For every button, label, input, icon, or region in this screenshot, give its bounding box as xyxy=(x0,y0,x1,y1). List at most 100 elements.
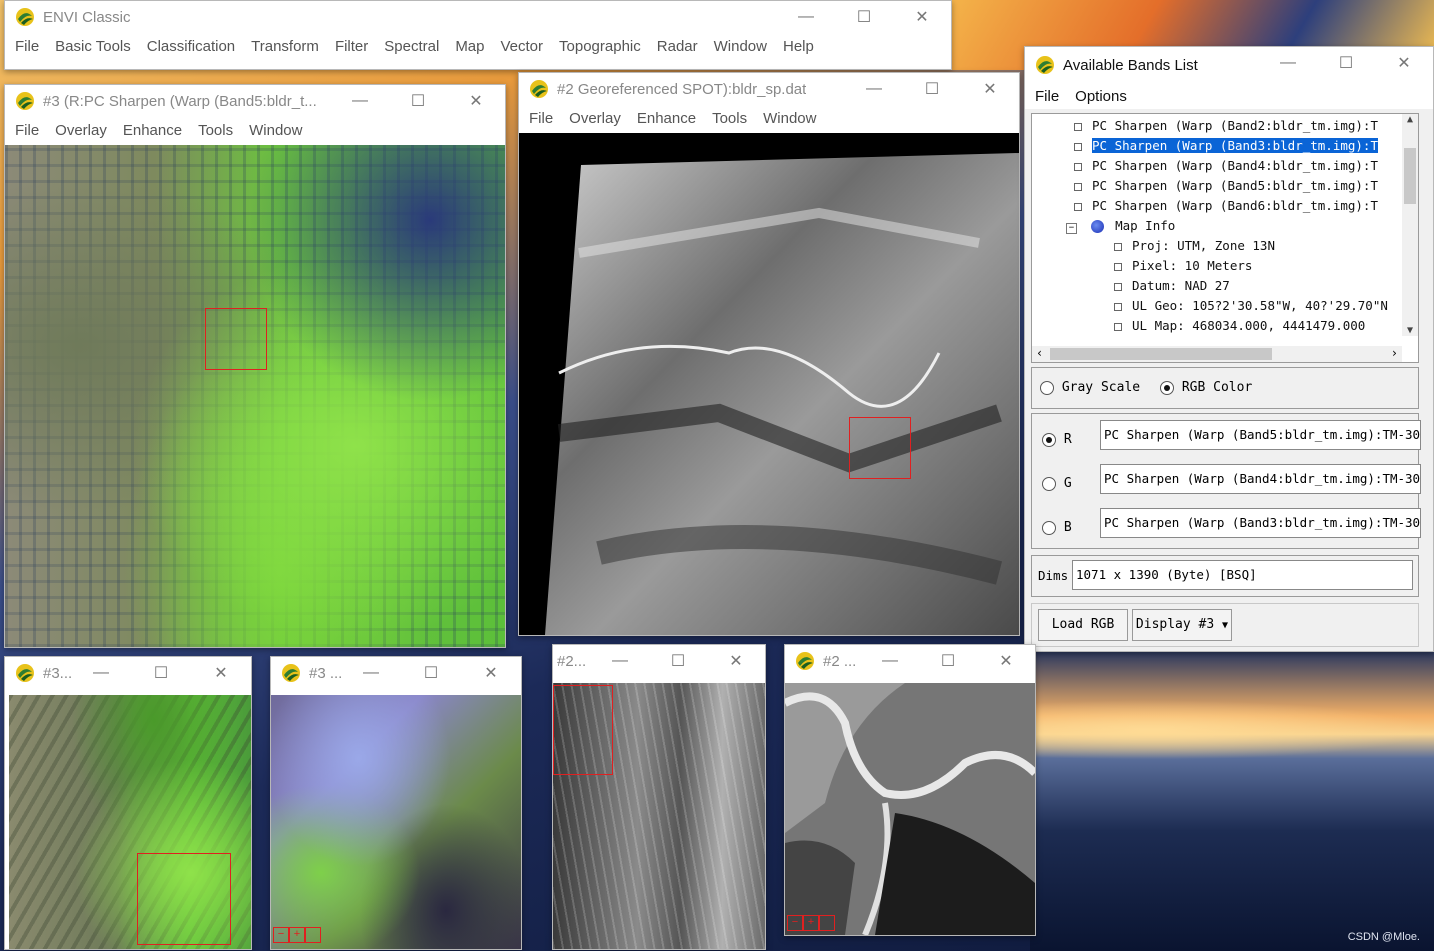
close-button[interactable]: ✕ xyxy=(707,645,765,677)
zoom-in-icon[interactable]: + xyxy=(289,927,305,943)
minimize-button[interactable]: — xyxy=(331,85,389,117)
map-info-item[interactable]: UL Geo: 105?2'30.58"W, 40?'29.70"N xyxy=(1114,296,1388,316)
menu-filter[interactable]: Filter xyxy=(327,38,376,55)
menu-spectral[interactable]: Spectral xyxy=(376,38,447,55)
menu-tools[interactable]: Tools xyxy=(190,122,241,139)
map-info-item[interactable]: UL Map: 468034.000, 4441479.000 xyxy=(1114,316,1365,336)
menu-radar[interactable]: Radar xyxy=(649,38,706,55)
menu-basic-tools[interactable]: Basic Tools xyxy=(47,38,139,55)
menu-window[interactable]: Window xyxy=(241,122,310,139)
maximize-button[interactable]: ☐ xyxy=(1317,47,1375,79)
r-option[interactable]: R xyxy=(1042,432,1072,447)
zoomed-grayscale-image[interactable]: − + xyxy=(785,683,1035,935)
scroll-right-icon[interactable]: › xyxy=(1391,346,1398,360)
minimize-button[interactable]: — xyxy=(777,1,835,33)
close-button[interactable]: ✕ xyxy=(1375,47,1433,79)
r-band-field[interactable]: PC Sharpen (Warp (Band5:bldr_tm.img):TM-… xyxy=(1100,420,1421,450)
menu-enhance[interactable]: Enhance xyxy=(629,110,704,127)
close-button[interactable]: ✕ xyxy=(461,657,521,689)
menu-file[interactable]: File xyxy=(521,110,561,127)
zoomed-satellite-image[interactable]: − + xyxy=(271,695,521,949)
scroll-down-icon[interactable]: ▼ xyxy=(1402,325,1418,336)
menu-file[interactable]: File xyxy=(1027,88,1067,105)
menu-tools[interactable]: Tools xyxy=(704,110,755,127)
menu-help[interactable]: Help xyxy=(775,38,822,55)
close-button[interactable]: ✕ xyxy=(961,73,1019,105)
gray-scale-option[interactable]: Gray Scale xyxy=(1040,380,1140,395)
close-button[interactable]: ✕ xyxy=(977,645,1035,677)
grayscale-spot-image[interactable] xyxy=(519,133,1019,635)
scroll-up-icon[interactable]: ▲ xyxy=(1402,114,1418,130)
menu-enhance[interactable]: Enhance xyxy=(115,122,190,139)
close-button[interactable]: ✕ xyxy=(191,657,251,689)
menu-window[interactable]: Window xyxy=(706,38,775,55)
minimize-button[interactable]: — xyxy=(845,73,903,105)
close-button[interactable]: ✕ xyxy=(893,1,951,33)
menu-topographic[interactable]: Topographic xyxy=(551,38,649,55)
collapse-icon[interactable]: − xyxy=(1066,223,1077,234)
map-info-item[interactable]: Pixel: 10 Meters xyxy=(1114,256,1252,276)
scroll-thumb[interactable] xyxy=(1404,148,1416,204)
menu-map[interactable]: Map xyxy=(447,38,492,55)
load-rgb-button[interactable]: Load RGB xyxy=(1038,609,1128,641)
radio-g[interactable] xyxy=(1042,476,1056,491)
scroll-thumb[interactable] xyxy=(1050,348,1272,360)
g-band-field[interactable]: PC Sharpen (Warp (Band4:bldr_tm.img):TM-… xyxy=(1100,464,1421,494)
radio-gray-scale[interactable] xyxy=(1040,380,1054,395)
map-info-item[interactable]: Datum: NAD 27 xyxy=(1114,276,1230,296)
maximize-button[interactable]: ☐ xyxy=(835,1,893,33)
minimize-button[interactable]: — xyxy=(861,645,919,677)
b-band-field[interactable]: PC Sharpen (Warp (Band3:bldr_tm.img):TM-… xyxy=(1100,508,1421,538)
overview-satellite-image[interactable] xyxy=(9,695,251,949)
tree-item-band[interactable]: PC Sharpen (Warp (Band4:bldr_tm.img):T xyxy=(1074,156,1378,176)
menu-file[interactable]: File xyxy=(7,122,47,139)
crosshair-toggle-icon[interactable] xyxy=(819,915,835,931)
rgb-color-option[interactable]: RGB Color xyxy=(1160,380,1252,395)
radio-r[interactable] xyxy=(1042,432,1056,447)
close-button[interactable]: ✕ xyxy=(447,85,505,117)
radio-b[interactable] xyxy=(1042,520,1056,535)
minimize-button[interactable]: — xyxy=(341,657,401,689)
menu-overlay[interactable]: Overlay xyxy=(47,122,115,139)
maximize-button[interactable]: ☐ xyxy=(401,657,461,689)
bands-tree[interactable]: PC Sharpen (Warp (Band2:bldr_tm.img):T P… xyxy=(1031,113,1419,363)
horizontal-scrollbar[interactable]: ‹ › xyxy=(1032,346,1402,362)
tree-item-map-info[interactable]: − Map Info xyxy=(1066,216,1175,236)
tree-item-band[interactable]: PC Sharpen (Warp (Band5:bldr_tm.img):T xyxy=(1074,176,1378,196)
minimize-button[interactable]: — xyxy=(591,645,649,677)
maximize-button[interactable]: ☐ xyxy=(903,73,961,105)
zoom-out-icon[interactable]: − xyxy=(787,915,803,931)
menu-vector[interactable]: Vector xyxy=(493,38,552,55)
b-option[interactable]: B xyxy=(1042,520,1072,535)
menu-overlay[interactable]: Overlay xyxy=(561,110,629,127)
maximize-button[interactable]: ☐ xyxy=(131,657,191,689)
menu-transform[interactable]: Transform xyxy=(243,38,327,55)
scroll-box-indicator[interactable] xyxy=(137,853,231,945)
zoom-box-indicator[interactable] xyxy=(849,417,911,479)
map-info-item[interactable]: Proj: UTM, Zone 13N xyxy=(1114,236,1275,256)
display-dropdown-button[interactable]: Display #3 ▼ xyxy=(1132,609,1232,641)
menu-file[interactable]: File xyxy=(7,38,47,55)
minimize-button[interactable]: — xyxy=(71,657,131,689)
scroll-left-icon[interactable]: ‹ xyxy=(1036,346,1043,360)
vertical-scrollbar[interactable]: ▲ ▼ xyxy=(1402,114,1418,336)
maximize-button[interactable]: ☐ xyxy=(649,645,707,677)
tree-item-band[interactable]: PC Sharpen (Warp (Band2:bldr_tm.img):T xyxy=(1074,116,1378,136)
scroll-box-indicator[interactable] xyxy=(553,685,613,775)
tree-item-band[interactable]: PC Sharpen (Warp (Band6:bldr_tm.img):T xyxy=(1074,196,1378,216)
menu-classification[interactable]: Classification xyxy=(139,38,243,55)
zoom-box-indicator[interactable] xyxy=(205,308,267,370)
maximize-button[interactable]: ☐ xyxy=(389,85,447,117)
minimize-button[interactable]: — xyxy=(1259,47,1317,79)
menu-options[interactable]: Options xyxy=(1067,88,1135,105)
overview-grayscale-image[interactable] xyxy=(553,683,765,949)
zoom-in-icon[interactable]: + xyxy=(803,915,819,931)
radio-rgb-color[interactable] xyxy=(1160,380,1174,395)
tree-item-band[interactable]: PC Sharpen (Warp (Band3:bldr_tm.img):T xyxy=(1074,136,1378,156)
false-color-satellite-image[interactable] xyxy=(5,145,505,647)
zoom-out-icon[interactable]: − xyxy=(273,927,289,943)
crosshair-toggle-icon[interactable] xyxy=(305,927,321,943)
menu-window[interactable]: Window xyxy=(755,110,824,127)
maximize-button[interactable]: ☐ xyxy=(919,645,977,677)
g-option[interactable]: G xyxy=(1042,476,1072,491)
